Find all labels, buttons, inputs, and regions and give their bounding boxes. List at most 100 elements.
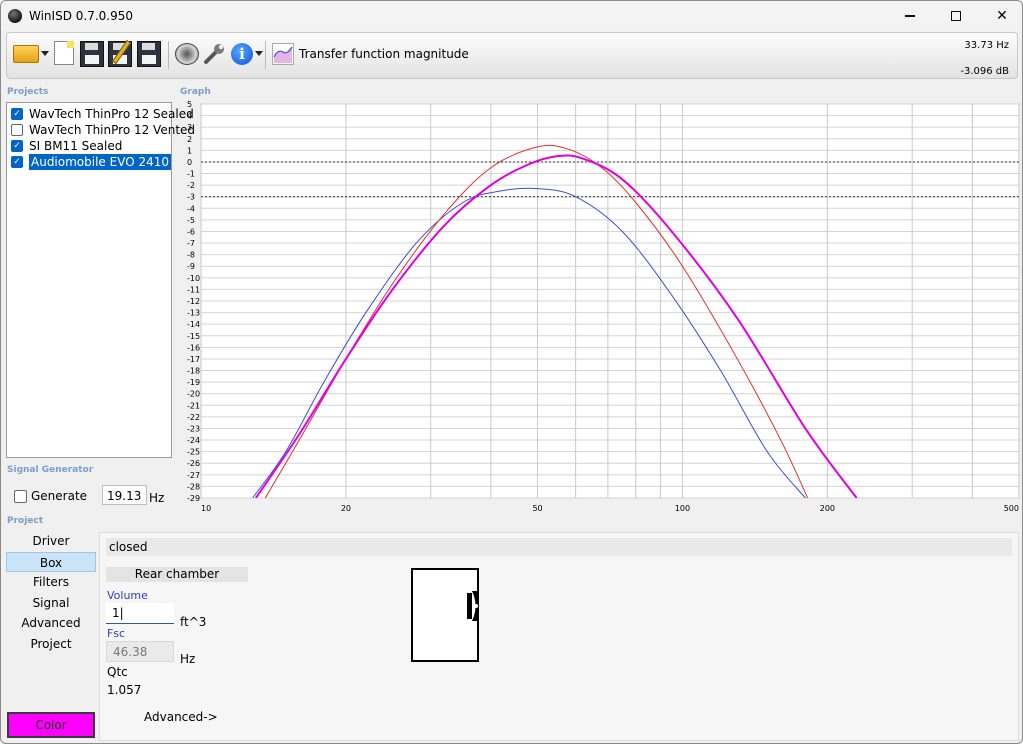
y-tick-label: -9 — [187, 262, 195, 271]
y-tick-label: -19 — [187, 378, 200, 387]
project-item[interactable]: WavTech ThinPro 12 Vented — [9, 122, 195, 138]
signal-generator-section-label: Signal Generator — [7, 465, 94, 475]
qtc-label: Qtc — [107, 665, 128, 679]
project-label: WavTech ThinPro 12 Vented — [29, 123, 196, 137]
project-label: WavTech ThinPro 12 Sealed — [29, 107, 194, 121]
x-tick-label: 500 — [1004, 504, 1019, 513]
generator-frequency-unit: Hz — [149, 491, 165, 505]
project-checkbox[interactable]: ✓ — [11, 108, 23, 120]
projects-list: ✓ WavTech ThinPro 12 Sealed WavTech Thin… — [6, 102, 195, 458]
nav-item-filters[interactable]: Filters — [6, 572, 96, 593]
y-tick-label: -18 — [187, 367, 200, 376]
y-tick-label: 1 — [187, 146, 192, 155]
projects-section-label: Projects — [7, 87, 49, 97]
volume-unit: ft^3 — [180, 615, 207, 629]
y-tick-label: 5 — [187, 101, 192, 109]
open-folder-icon[interactable] — [13, 45, 39, 63]
rear-chamber-tab[interactable]: Rear chamber — [106, 567, 248, 582]
nav-item-box[interactable]: Box — [6, 551, 96, 572]
project-checkbox[interactable]: ✓ — [11, 156, 23, 168]
y-tick-label: -21 — [187, 401, 200, 410]
y-tick-label: -15 — [187, 332, 200, 341]
new-project-icon[interactable] — [54, 41, 74, 65]
qtc-value: 1.057 — [107, 683, 142, 697]
y-tick-label: 3 — [187, 123, 192, 132]
transfer-function-icon[interactable] — [272, 43, 294, 65]
generator-frequency-input[interactable]: 19.13 — [102, 485, 147, 505]
minimize-icon — [905, 15, 915, 17]
y-tick-label: 2 — [187, 135, 192, 144]
enclosure-diagram — [411, 568, 479, 662]
y-tick-label: -16 — [187, 343, 200, 352]
project-checkbox[interactable]: ✓ — [11, 140, 23, 152]
x-tick-label: 20 — [341, 504, 351, 513]
app-window: WinISD 0.7.0.950 ✕ i Transfer function m… — [0, 0, 1023, 744]
project-label: Audiomobile EVO 2410 — [29, 154, 171, 170]
y-tick-label: -14 — [187, 320, 200, 329]
color-button[interactable]: Color — [7, 712, 95, 738]
fsc-field: 46.38 — [106, 641, 174, 662]
volume-value: 1 — [112, 606, 120, 620]
toolbar-separator — [265, 41, 266, 69]
y-tick-label: -28 — [187, 482, 200, 491]
app-logo-icon — [8, 9, 22, 23]
toolbar: i Transfer function magnitude 33.73 Hz -… — [6, 32, 1018, 79]
close-button[interactable]: ✕ — [979, 1, 1022, 31]
nav-item-signal[interactable]: Signal — [6, 593, 96, 614]
y-tick-label: -29 — [187, 494, 200, 503]
graph-area[interactable]: 5 4 3 2 1 0 -1 -2 -3 -4 -5 -6 -7 -8 -9 -10 -11 -12 -13 -14-… — [175, 101, 1021, 515]
cursor-frequency-readout: 33.73 Hz — [964, 40, 1009, 51]
project-item[interactable]: ✓ WavTech ThinPro 12 Sealed — [9, 106, 194, 122]
save-all-icon[interactable] — [137, 41, 161, 67]
x-tick-label: 200 — [820, 504, 835, 513]
y-tick-label: -25 — [187, 448, 200, 457]
y-tick-label: -20 — [187, 390, 200, 399]
volume-input[interactable]: 1| — [106, 603, 174, 624]
project-item[interactable]: ✓ SI BM11 Sealed — [9, 138, 171, 154]
info-icon[interactable]: i — [231, 43, 253, 65]
generate-toggle[interactable]: Generate — [14, 489, 87, 503]
toolbar-separator — [168, 41, 169, 69]
y-tick-label: 4 — [187, 112, 192, 121]
box-type-selector[interactable]: closed — [106, 538, 1012, 556]
maximize-button[interactable] — [933, 1, 979, 31]
info-dropdown-icon[interactable] — [255, 51, 263, 56]
driver-editor-icon[interactable] — [175, 43, 199, 65]
project-section-label: Project — [7, 516, 44, 526]
pencil-icon — [111, 39, 132, 65]
y-tick-label: -11 — [187, 285, 200, 294]
nav-item-advanced[interactable]: Advanced — [6, 613, 96, 634]
project-nav: Driver Box Filters Signal Advanced Proje… — [6, 531, 96, 654]
y-tick-label: -4 — [187, 204, 195, 213]
y-tick-label: -13 — [187, 309, 200, 318]
y-tick-label: -12 — [187, 297, 200, 306]
driver-icon — [467, 591, 479, 621]
minimize-button[interactable] — [887, 1, 933, 31]
project-label: SI BM11 Sealed — [29, 139, 123, 153]
save-as-icon[interactable] — [108, 39, 132, 67]
wrench-icon[interactable] — [202, 43, 226, 65]
y-tick-label: -3 — [187, 193, 195, 202]
project-item[interactable]: ✓ Audiomobile EVO 2410 — [9, 154, 171, 170]
y-tick-label: -23 — [187, 424, 200, 433]
nav-item-driver[interactable]: Driver — [6, 531, 96, 552]
fsc-unit: Hz — [180, 652, 196, 666]
graph-type-label[interactable]: Transfer function magnitude — [299, 47, 469, 61]
transfer-function-chart[interactable]: 543210-1-2-3-4-5-6-7-8-9-10-11-12-13-14-… — [175, 101, 1021, 515]
window-title: WinISD 0.7.0.950 — [29, 9, 134, 23]
project-checkbox[interactable] — [11, 124, 23, 136]
y-tick-label: -10 — [187, 274, 200, 283]
x-tick-label: 10 — [201, 504, 211, 513]
generate-checkbox[interactable] — [14, 489, 27, 503]
nav-item-project[interactable]: Project — [6, 634, 96, 655]
y-tick-label: -1 — [187, 170, 195, 179]
cursor-level-readout: -3.096 dB — [960, 66, 1009, 77]
maximize-icon — [951, 11, 961, 21]
y-tick-label: -8 — [187, 251, 195, 260]
y-tick-label: -6 — [187, 227, 195, 236]
save-icon[interactable] — [80, 41, 104, 67]
advanced-button[interactable]: Advanced-> — [144, 710, 218, 724]
fsc-label: Fsc — [107, 627, 126, 640]
open-dropdown-icon[interactable] — [41, 51, 49, 56]
x-tick-label: 50 — [532, 504, 542, 513]
